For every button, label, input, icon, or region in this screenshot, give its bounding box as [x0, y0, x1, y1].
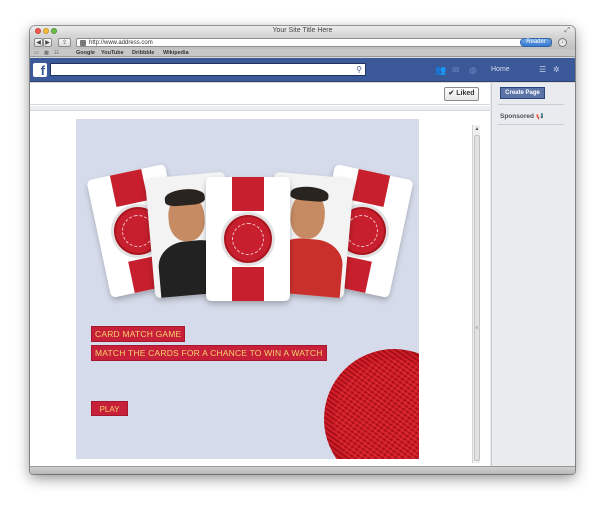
status-bar [30, 466, 575, 474]
favicon-icon [80, 40, 86, 46]
check-icon: ✔ [448, 90, 455, 97]
watch-strap [232, 177, 264, 211]
liked-label: Liked [456, 90, 475, 97]
page-content: ✔ Liked CARD MATCH GAME MATCH THE CARDS … [30, 83, 575, 474]
page-actions-bar: ✔ Liked [30, 83, 490, 105]
title-bar: Your Site Title Here ⤢ [30, 26, 575, 36]
watch-strap [232, 267, 264, 301]
facebook-header: f ⚲ 👥 ✉ ◍ Home ☰ ✲ [30, 58, 575, 82]
bookmarks-bar: ▭ ▦ ☷ Google YouTube Dribbble Wikipedia [30, 49, 575, 57]
browser-toolbar: ◀ ▶ ⇪ http://www.address.com ↻ Reader ↓ [30, 36, 575, 49]
reader-button[interactable]: Reader [520, 38, 552, 47]
messages-icon[interactable]: ✉ [452, 64, 460, 76]
bookmarks-toolbar-icons[interactable]: ▭ ▦ ☷ [34, 49, 61, 57]
share-icon: ⇪ [61, 40, 68, 46]
home-link[interactable]: Home [491, 64, 510, 76]
scroll-up-icon[interactable]: ▲ [473, 125, 481, 133]
game-subtitle: MATCH THE CARDS FOR A CHANCE TO WIN A WA… [91, 345, 327, 361]
facebook-logo[interactable]: f [33, 63, 47, 78]
game-card-watch-2[interactable] [206, 177, 290, 301]
stage: Your Site Title Here ⤢ ◀ ▶ ⇪ http://www.… [0, 0, 600, 521]
scrollbar-thumb[interactable]: ≡ [474, 135, 480, 461]
right-sidebar: Create Page Sponsored 📢 [491, 83, 575, 466]
sponsored-label: Sponsored [500, 113, 534, 120]
friend-requests-icon[interactable]: 👥 [435, 64, 446, 76]
megaphone-icon: 📢 [535, 114, 544, 120]
notifications-globe-icon[interactable]: ◍ [469, 64, 477, 76]
url-text: http://www.address.com [89, 40, 153, 46]
watch-strap [109, 168, 148, 207]
game-title: CARD MATCH GAME [91, 326, 186, 342]
canvas-scrollbar[interactable]: ▲ ≡ [472, 125, 480, 463]
card-match-game-canvas[interactable]: CARD MATCH GAME MATCH THE CARDS FOR A CH… [76, 119, 419, 459]
sidebar-divider [498, 124, 564, 125]
bookmark-google[interactable]: Google [76, 49, 95, 57]
main-column: ✔ Liked CARD MATCH GAME MATCH THE CARDS … [30, 83, 490, 466]
window-title: Your Site Title Here [272, 27, 333, 34]
settings-gear-icon[interactable]: ✲ [553, 64, 560, 76]
forward-arrow-icon: ▶ [45, 40, 50, 46]
search-icon[interactable]: ⚲ [356, 64, 362, 76]
create-page-button[interactable]: Create Page [500, 87, 545, 99]
back-button[interactable]: ◀ [34, 38, 43, 47]
privacy-shortcuts-icon[interactable]: ☰ [539, 64, 546, 76]
play-button[interactable]: PLAY [91, 401, 128, 416]
sponsored-heading: Sponsored 📢 [500, 113, 543, 120]
watch-strap [352, 168, 391, 207]
address-bar[interactable]: http://www.address.com ↻ [76, 38, 552, 47]
facebook-search-input[interactable]: ⚲ [50, 63, 366, 76]
forward-button[interactable]: ▶ [43, 38, 52, 47]
sidebar-divider [498, 104, 564, 105]
grip-icon: ≡ [475, 325, 479, 331]
bookmark-wikipedia[interactable]: Wikipedia [163, 49, 189, 57]
browser-window: Your Site Title Here ⤢ ◀ ▶ ⇪ http://www.… [30, 26, 575, 474]
watch-dial-icon [221, 212, 275, 266]
bookmark-dribbble[interactable]: Dribbble [132, 49, 154, 57]
share-button[interactable]: ⇪ [58, 38, 71, 47]
back-arrow-icon: ◀ [36, 40, 41, 46]
fullscreen-icon[interactable]: ⤢ [564, 27, 570, 35]
downloads-icon[interactable]: ↓ [558, 38, 567, 47]
liked-button[interactable]: ✔ Liked [444, 87, 479, 101]
bookmark-youtube[interactable]: YouTube [101, 49, 124, 57]
section-divider [30, 106, 490, 111]
